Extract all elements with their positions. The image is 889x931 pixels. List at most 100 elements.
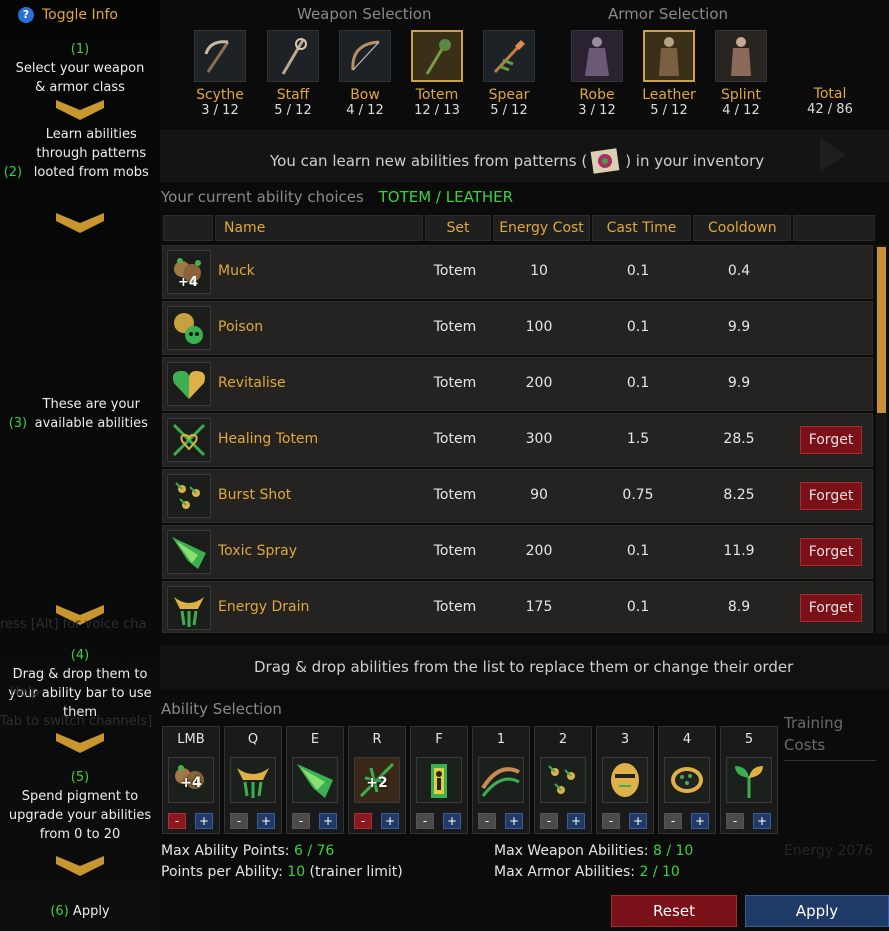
muck-icon: +4	[167, 250, 211, 294]
header-icon-col	[163, 215, 213, 241]
forget-button[interactable]: Forget	[800, 594, 862, 622]
increase-button[interactable]: +	[195, 813, 213, 829]
staff-icon	[267, 30, 319, 82]
increase-button[interactable]: +	[257, 813, 275, 829]
toxic-spray-icon	[167, 530, 211, 574]
max-weapon-abilities: Max Weapon Abilities: 8 / 10	[494, 843, 694, 859]
armor-class-robe[interactable]: Robe 3 / 12	[570, 30, 624, 118]
toggle-info-label: Toggle Info	[42, 7, 118, 23]
reset-button[interactable]: Reset	[611, 895, 737, 927]
decrease-button[interactable]: -	[726, 813, 744, 829]
header-actions	[793, 215, 875, 241]
table-row[interactable]: Healing Totem Totem 300 1.5 28.5 Forget	[162, 413, 873, 467]
scrollbar-thumb[interactable]	[877, 247, 886, 413]
chevron-right-icon	[820, 138, 846, 176]
decrease-button[interactable]: -	[602, 813, 620, 829]
spear-icon	[483, 30, 535, 82]
weapon-class-bow[interactable]: Bow 4 / 12	[338, 30, 392, 118]
armor-class-splint[interactable]: Splint 4 / 12	[714, 30, 768, 118]
forget-button[interactable]: Forget	[800, 482, 862, 510]
energy-drain-icon	[230, 757, 276, 803]
increase-button[interactable]: +	[629, 813, 647, 829]
weapon-class-totem[interactable]: Totem 12 / 13	[410, 30, 464, 118]
increase-button[interactable]: +	[319, 813, 337, 829]
ability-slot-f[interactable]: F - +	[410, 726, 468, 834]
burst-shot-icon	[167, 474, 211, 518]
ability-slot-q[interactable]: Q - +	[224, 726, 282, 834]
pattern-scroll-icon	[589, 146, 623, 176]
header-name: Name	[215, 215, 423, 241]
robe-icon	[571, 30, 623, 82]
header-cooldown: Cooldown	[693, 215, 791, 241]
background-chat-hint: ress [Alt] for voice cha	[0, 617, 147, 632]
weapon-class-spear[interactable]: Spear 5 / 12	[482, 30, 536, 118]
decrease-button[interactable]: -	[230, 813, 248, 829]
chevron-down-icon	[56, 213, 104, 233]
toggle-info-button[interactable]: ? Toggle Info	[18, 5, 118, 25]
max-armor-abilities: Max Armor Abilities: 2 / 10	[494, 864, 680, 880]
chevron-down-icon	[56, 856, 104, 876]
help-panel: ? Toggle Info (1) Select your weapon & a…	[0, 0, 160, 931]
armor-class-leather[interactable]: Leather 5 / 12	[642, 30, 696, 118]
poison-skull-icon	[167, 306, 211, 350]
slash-icon	[478, 757, 524, 803]
increase-button[interactable]: +	[443, 813, 461, 829]
ability-slot-lmb[interactable]: LMB +4 - +	[162, 726, 220, 834]
ability-slot-2[interactable]: 2 - +	[534, 726, 592, 834]
increase-button[interactable]: +	[753, 813, 771, 829]
decrease-button[interactable]: -	[168, 813, 186, 829]
increase-button[interactable]: +	[691, 813, 709, 829]
ability-slot-4[interactable]: 4 - +	[658, 726, 716, 834]
decrease-button[interactable]: -	[292, 813, 310, 829]
scythe-icon	[194, 30, 246, 82]
help-step-6: (6) Apply	[50, 904, 110, 919]
background-chat-tab: Help	[10, 685, 40, 700]
decrease-button[interactable]: -	[416, 813, 434, 829]
ability-slot-5[interactable]: 5 - +	[720, 726, 778, 834]
increase-button[interactable]: +	[505, 813, 523, 829]
header-cast-time: Cast Time	[592, 215, 691, 241]
increase-button[interactable]: +	[567, 813, 585, 829]
ability-slot-3[interactable]: 3 - +	[596, 726, 654, 834]
ability-selection-title: Ability Selection	[161, 700, 282, 718]
energy-drain-icon	[167, 586, 211, 630]
background-energy-text: Energy 2076	[784, 843, 874, 859]
decrease-button[interactable]: -	[540, 813, 558, 829]
forget-button[interactable]: Forget	[800, 538, 862, 566]
max-ability-points: Max Ability Points: 6 / 76	[161, 843, 335, 859]
pattern-info-bar: You can learn new abilities from pattern…	[160, 130, 889, 182]
decrease-button[interactable]: -	[664, 813, 682, 829]
leather-icon	[643, 30, 695, 82]
weapon-selection-title: Weapon Selection	[297, 5, 432, 23]
ability-slot-1[interactable]: 1 - +	[472, 726, 530, 834]
header-set: Set	[425, 215, 491, 241]
total-count: Total 42 / 86	[807, 86, 853, 117]
table-row[interactable]: Poison Totem 100 0.1 9.9	[162, 301, 873, 355]
table-row[interactable]: +4 Muck Totem 10 0.1 0.4	[162, 245, 873, 299]
forget-button[interactable]: Forget	[800, 426, 862, 454]
table-row[interactable]: Revitalise Totem 200 0.1 9.9	[162, 357, 873, 411]
splint-icon	[715, 30, 767, 82]
ability-slot-e[interactable]: E - +	[286, 726, 344, 834]
table-scrollbar[interactable]	[876, 245, 887, 633]
weapon-class-scythe[interactable]: Scythe 3 / 12	[193, 30, 247, 118]
help-step-5: (5) Spend pigment to upgrade your abilit…	[8, 770, 152, 842]
armor-selection-title: Armor Selection	[608, 5, 729, 23]
decrease-button[interactable]: -	[478, 813, 496, 829]
ability-slot-r[interactable]: R +2 - +	[348, 726, 406, 834]
table-row[interactable]: Energy Drain Totem 175 0.1 8.9 Forget	[162, 581, 873, 633]
heart-icon	[167, 362, 211, 406]
healing-totem-icon	[167, 418, 211, 462]
mask-icon	[602, 757, 648, 803]
header-energy-cost: Energy Cost	[493, 215, 590, 241]
table-row[interactable]: Toxic Spray Totem 200 0.1 11.9 Forget	[162, 525, 873, 579]
table-row[interactable]: Burst Shot Totem 90 0.75 8.25 Forget	[162, 469, 873, 523]
apply-button[interactable]: Apply	[745, 895, 889, 927]
help-step-3: (3) These are your available abilities	[8, 397, 148, 431]
weapon-class-staff[interactable]: Staff 5 / 12	[266, 30, 320, 118]
decrease-button[interactable]: -	[354, 813, 372, 829]
totem-figure-icon	[416, 757, 462, 803]
help-icon: ?	[18, 7, 34, 23]
increase-button[interactable]: +	[381, 813, 399, 829]
burst-shot-icon	[540, 757, 586, 803]
